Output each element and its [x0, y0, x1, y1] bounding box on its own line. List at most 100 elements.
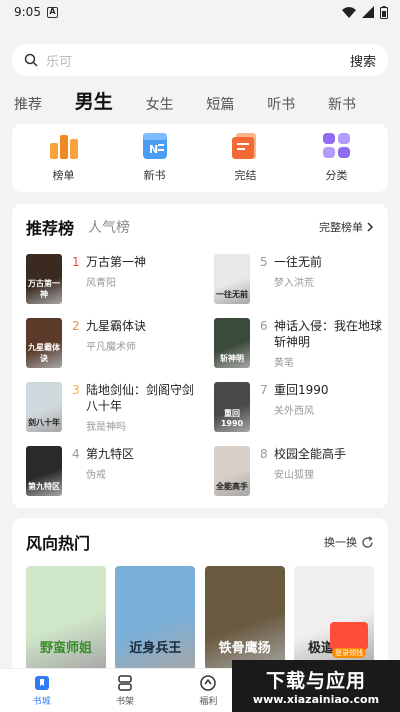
ranking-icon — [49, 135, 78, 159]
book-item[interactable]: 九星霸体诀 2 九星霸体诀 平凡魔术师 — [26, 318, 204, 382]
cover-title: 第九特区 — [28, 482, 60, 491]
book-cover: 万古第一神 — [26, 254, 62, 304]
book-author: 风青阳 — [86, 278, 116, 289]
finished-icon — [231, 133, 256, 159]
tab-recommend[interactable]: 推荐 — [14, 94, 42, 114]
cover-title: 万古第一神 — [28, 279, 60, 299]
book-author: 我是神吗 — [86, 422, 126, 433]
cover-title: 近身兵王 — [129, 641, 182, 656]
book-item[interactable]: 剑八十年 3 陆地剑仙：剑阁守剑八十年 我是神吗 — [26, 382, 204, 446]
tab-new[interactable]: 新书 — [328, 94, 356, 114]
tab-short[interactable]: 短篇 — [206, 94, 234, 114]
book-item[interactable]: 重回1990 7 重回1990 关外西风 — [214, 382, 392, 446]
category-icon — [322, 133, 350, 158]
rank-number: 3 — [72, 383, 80, 397]
red-packet-label: 登录领钱 — [331, 648, 366, 658]
cover-title: 九星霸体诀 — [28, 343, 60, 363]
book-title: 万古第一神 — [86, 255, 147, 269]
refresh-button[interactable]: 换一换 — [324, 534, 374, 550]
red-packet-badge[interactable]: 登录领钱 — [329, 622, 368, 658]
rank-number: 1 — [72, 255, 80, 269]
watermark-title: 下载与应用 — [265, 670, 366, 692]
rank-number: 5 — [260, 255, 268, 269]
status-time: 9:05 — [14, 5, 41, 19]
rank-number: 7 — [260, 383, 268, 397]
book-author: 黄笔 — [274, 358, 294, 369]
cover-title: 全能高手 — [216, 482, 248, 491]
book-item[interactable]: 万古第一神 1 万古第一神 风青阳 — [26, 254, 204, 318]
chevron-right-icon — [367, 222, 374, 232]
book-cover: 全能高手 — [214, 446, 250, 496]
notification-a-icon: A — [46, 6, 58, 18]
book-item[interactable]: 一往无前 5 一往无前 梦入洪荒 — [214, 254, 392, 318]
book-item[interactable]: 斩神明 6 神话入侵：我在地球斩神明 黄笔 — [214, 318, 392, 382]
cover-title: 一往无前 — [216, 290, 248, 299]
quick-finished[interactable]: 完结 — [211, 133, 281, 183]
status-bar: 9:05 A — [0, 0, 400, 24]
cover-title: 斩神明 — [220, 354, 244, 363]
quick-finished-label: 完结 — [234, 169, 257, 182]
quick-ranking-label: 榜单 — [52, 169, 75, 182]
nav-welfare[interactable]: 福利 — [199, 674, 217, 707]
book-title: 重回1990 — [274, 383, 329, 397]
cover-title: 铁骨鹰扬 — [218, 641, 271, 656]
trending-book-cover[interactable]: 极道天骄 登录领钱 — [293, 566, 374, 670]
watermark-url: www.xiazainiao.com — [252, 693, 380, 706]
refresh-icon — [362, 535, 373, 548]
rank-number: 2 — [72, 319, 80, 333]
battery-icon — [380, 5, 388, 19]
svg-text:N: N — [149, 143, 158, 156]
nav-welfare-label: 福利 — [199, 697, 218, 707]
tab-popular-ranking[interactable]: 人气榜 — [88, 217, 130, 237]
cover-title: 野蛮师姐 — [39, 641, 92, 656]
trending-book-cover[interactable]: 铁骨鹰扬 — [204, 566, 285, 670]
watermark-logo: 下载与应用 www.xiazainiao.com — [232, 660, 400, 712]
trending-book-cover[interactable]: 野蛮师姐 — [26, 566, 106, 670]
rank-number: 6 — [260, 319, 268, 333]
nav-bookshelf-label: 书架 — [115, 697, 134, 707]
quick-category-label: 分类 — [325, 169, 348, 182]
book-title: 九星霸体诀 — [86, 319, 147, 333]
book-cover: 重回1990 — [214, 382, 250, 432]
book-title: 校园全能高手 — [274, 447, 347, 461]
search-button[interactable]: 搜索 — [350, 51, 376, 70]
trending-card: 风向热门 换一换 野蛮师姐 近身兵王 铁骨鹰扬 极道天骄 登录领钱 — [12, 518, 388, 678]
quick-new-book[interactable]: N 新书 — [120, 133, 190, 183]
search-input[interactable]: 乐可 — [46, 51, 350, 70]
search-bar[interactable]: 乐可 搜索 — [12, 44, 388, 76]
category-tabs: 推荐 男生 女生 短篇 听书 新书 — [14, 88, 386, 114]
book-author: 梦入洪荒 — [274, 278, 314, 289]
nav-bookshelf[interactable]: 书架 — [116, 674, 134, 707]
nav-bookstore[interactable]: 书城 — [33, 674, 51, 707]
quick-entry-card: 榜单 N 新书 完结 分类 — [12, 124, 388, 192]
trending-book-cover[interactable]: 近身兵王 — [115, 566, 196, 670]
ranking-card: 推荐榜 人气榜 完整榜单 万古第一神 1 万古第一神 风青阳 一往无前 5 一往无前… — [12, 204, 388, 508]
search-icon — [24, 53, 38, 67]
quick-new-book-label: 新书 — [143, 169, 166, 182]
bookshelf-icon — [118, 675, 132, 691]
book-title: 一往无前 — [274, 255, 323, 269]
book-cover: 第九特区 — [26, 446, 62, 496]
book-title: 陆地剑仙：剑阁守剑八十年 — [86, 383, 195, 413]
cover-title: 重回1990 — [220, 409, 244, 428]
book-author: 关外西风 — [274, 406, 314, 417]
welfare-icon — [200, 675, 217, 691]
book-item[interactable]: 第九特区 4 第九特区 伪戒 — [26, 446, 204, 510]
wifi-icon — [342, 6, 356, 18]
quick-category[interactable]: 分类 — [302, 133, 372, 183]
tab-audiobook[interactable]: 听书 — [267, 94, 295, 114]
book-author: 平凡魔术师 — [86, 342, 136, 353]
book-cover: 斩神明 — [214, 318, 250, 368]
book-item[interactable]: 全能高手 8 校园全能高手 安山狐狸 — [214, 446, 392, 510]
quick-ranking[interactable]: 榜单 — [29, 133, 99, 183]
nav-bookstore-label: 书城 — [32, 697, 51, 707]
tab-recommend-ranking[interactable]: 推荐榜 — [26, 215, 74, 239]
book-author: 伪戒 — [86, 470, 106, 481]
trending-title: 风向热门 — [26, 534, 91, 553]
tab-male[interactable]: 男生 — [75, 87, 113, 114]
full-ranking-link[interactable]: 完整榜单 — [319, 219, 374, 235]
full-ranking-label: 完整榜单 — [319, 221, 363, 234]
book-cover: 九星霸体诀 — [26, 318, 62, 368]
tab-female[interactable]: 女生 — [146, 94, 174, 114]
book-cover: 剑八十年 — [26, 382, 62, 432]
